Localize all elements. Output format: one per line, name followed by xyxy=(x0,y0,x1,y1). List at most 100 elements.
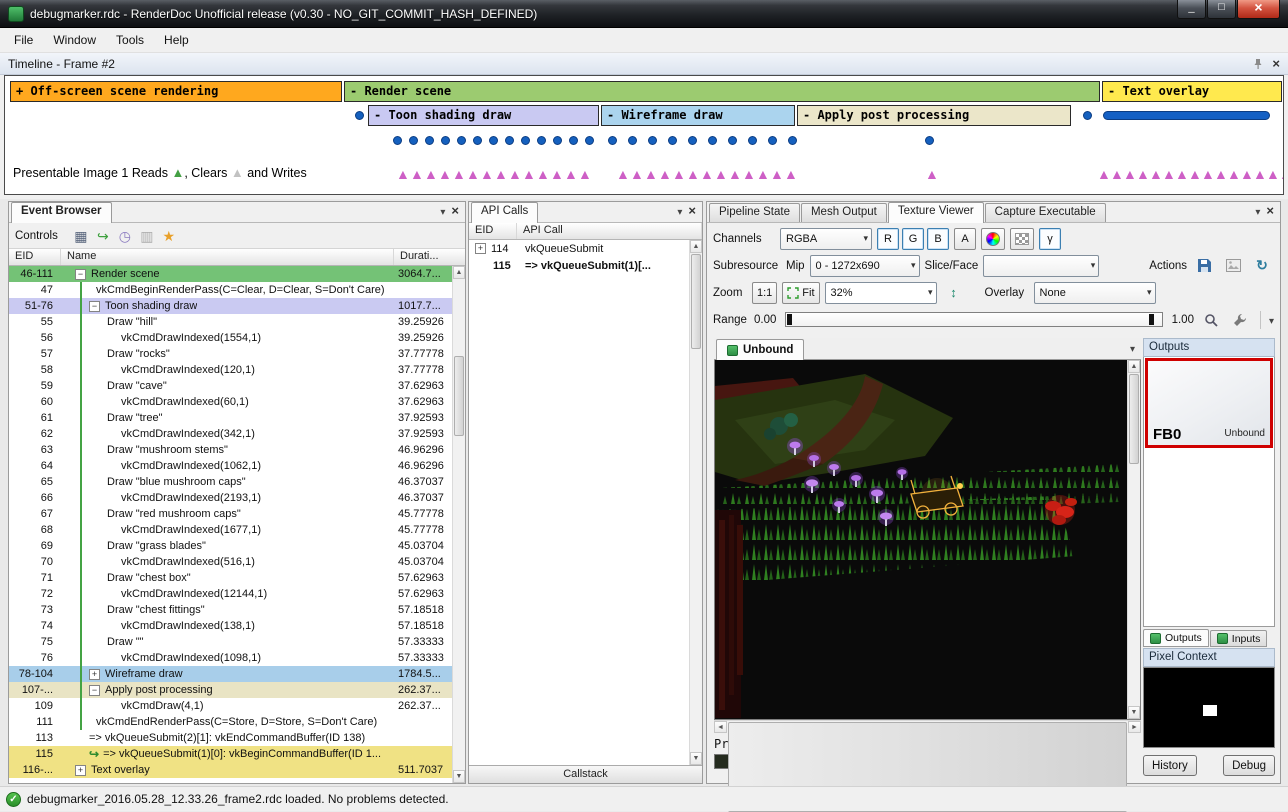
event-row[interactable]: 63Draw "mushroom stems"46.96296 xyxy=(9,442,452,458)
api-call-row[interactable]: 115=> vkQueueSubmit(1)[... xyxy=(469,257,689,274)
usage-write-triangle-icon[interactable]: ▲ xyxy=(1188,163,1202,185)
panel-menu-icon[interactable] xyxy=(440,204,445,218)
usage-write-triangle-icon[interactable]: ▲ xyxy=(630,163,644,185)
history-button[interactable]: History xyxy=(1143,755,1197,776)
bookmark-icon[interactable]: ★ xyxy=(158,226,180,246)
timeline-marker-bar[interactable]: + Off-screen scene rendering xyxy=(10,81,342,102)
blue-channel-button[interactable]: B xyxy=(927,228,949,250)
draw-dot[interactable] xyxy=(425,136,434,145)
usage-write-triangle-icon[interactable]: ▲ xyxy=(784,163,798,185)
usage-write-triangle-icon[interactable]: ▲ xyxy=(466,163,480,185)
minimize-button[interactable] xyxy=(1177,0,1206,19)
usage-write-triangle-icon[interactable]: ▲ xyxy=(1162,163,1176,185)
usage-write-triangle-icon[interactable]: ▲ xyxy=(1227,163,1241,185)
stats-icon[interactable]: ▥ xyxy=(136,226,158,246)
event-row[interactable]: 64vkCmdDrawIndexed(1062,1)46.96296 xyxy=(9,458,452,474)
mip-select[interactable]: 0 - 1272x690 xyxy=(810,255,920,277)
draw-dot[interactable] xyxy=(393,136,402,145)
time-durations-icon[interactable]: ◷ xyxy=(114,226,136,246)
draw-dot[interactable] xyxy=(748,136,757,145)
usage-write-triangle-icon[interactable]: ▲ xyxy=(410,163,424,185)
column-eid[interactable]: EID xyxy=(9,249,61,265)
usage-write-triangle-icon[interactable]: ▲ xyxy=(1175,163,1189,185)
draw-dot[interactable] xyxy=(648,136,657,145)
draw-dot[interactable] xyxy=(473,136,482,145)
draw-dot[interactable] xyxy=(925,136,934,145)
texture-vertical-scrollbar[interactable] xyxy=(1127,360,1140,719)
pixel-context-view[interactable] xyxy=(1143,667,1275,748)
scroll-right-icon[interactable] xyxy=(1128,721,1141,733)
scroll-down-icon[interactable] xyxy=(453,770,465,783)
zoom-1to1-button[interactable]: 1:1 xyxy=(752,282,777,304)
column-name[interactable]: Name xyxy=(61,249,394,265)
panel-close-icon[interactable] xyxy=(1266,203,1274,218)
usage-write-triangle-icon[interactable]: ▲ xyxy=(1097,163,1111,185)
usage-write-triangle-icon[interactable]: ▲ xyxy=(1214,163,1228,185)
zoom-select[interactable]: 32% xyxy=(825,282,937,304)
texture-view[interactable] xyxy=(714,360,1141,720)
event-row[interactable]: 66vkCmdDrawIndexed(2193,1)46.37037 xyxy=(9,490,452,506)
open-texture-list-button[interactable] xyxy=(1221,255,1245,277)
usage-write-triangle-icon[interactable]: ▲ xyxy=(616,163,630,185)
timeline-content[interactable]: + Off-screen scene rendering- Render sce… xyxy=(4,75,1284,195)
range-slider[interactable] xyxy=(785,312,1162,327)
usage-write-triangle-icon[interactable]: ▲ xyxy=(508,163,522,185)
close-button[interactable] xyxy=(1237,0,1280,19)
column-api-call[interactable]: API Call xyxy=(517,223,702,239)
texture-list-dropdown-icon[interactable] xyxy=(1130,341,1141,359)
usage-write-triangle-icon[interactable]: ▲ xyxy=(1201,163,1215,185)
red-channel-button[interactable]: R xyxy=(877,228,899,250)
panel-close-icon[interactable] xyxy=(451,203,459,218)
event-row[interactable]: 58vkCmdDrawIndexed(120,1)37.77778 xyxy=(9,362,452,378)
usage-write-triangle-icon[interactable]: ▲ xyxy=(742,163,756,185)
event-row[interactable]: 61Draw "tree"37.92593 xyxy=(9,410,452,426)
draw-span-bar[interactable] xyxy=(1103,111,1270,120)
tab-capture-executable[interactable]: Capture Executable xyxy=(985,203,1106,222)
checkerboard-background-button[interactable] xyxy=(1010,228,1034,250)
usage-write-triangle-icon[interactable]: ▲ xyxy=(672,163,686,185)
pin-icon[interactable] xyxy=(1252,58,1264,70)
usage-write-triangle-icon[interactable]: ▲ xyxy=(1149,163,1163,185)
collapse-icon[interactable]: − xyxy=(89,685,100,696)
timeline-marker-bar[interactable]: - Toon shading draw xyxy=(368,105,599,126)
overlay-select[interactable]: None xyxy=(1034,282,1156,304)
callstack-section[interactable]: Callstack xyxy=(469,765,702,783)
usage-write-triangle-icon[interactable]: ▲ xyxy=(728,163,742,185)
event-row[interactable]: 115↪=> vkQueueSubmit(1)[0]: vkBeginComma… xyxy=(9,746,452,762)
zoom-fit-button[interactable]: Fit xyxy=(782,282,819,304)
green-channel-button[interactable]: G xyxy=(902,228,924,250)
panel-menu-icon[interactable] xyxy=(677,204,682,218)
usage-write-triangle-icon[interactable]: ▲ xyxy=(396,163,410,185)
usage-write-triangle-icon[interactable]: ▲ xyxy=(550,163,564,185)
event-row[interactable]: 73Draw "chest fittings"57.18518 xyxy=(9,602,452,618)
draw-dot[interactable] xyxy=(628,136,637,145)
scrollbar-thumb[interactable] xyxy=(691,254,701,349)
draw-dot[interactable] xyxy=(505,136,514,145)
usage-write-triangle-icon[interactable]: ▲ xyxy=(1240,163,1254,185)
draw-dot[interactable] xyxy=(768,136,777,145)
range-settings-button[interactable] xyxy=(1228,309,1252,331)
alpha-channel-button[interactable]: A xyxy=(954,228,976,250)
draw-dot[interactable] xyxy=(521,136,530,145)
event-row[interactable]: 55Draw "hill"39.25926 xyxy=(9,314,452,330)
usage-write-triangle-icon[interactable]: ▲ xyxy=(438,163,452,185)
event-row[interactable]: 70vkCmdDrawIndexed(516,1)45.03704 xyxy=(9,554,452,570)
menu-item-window[interactable]: Window xyxy=(43,28,106,52)
draw-dot[interactable] xyxy=(728,136,737,145)
draw-dot[interactable] xyxy=(668,136,677,145)
draw-dot[interactable] xyxy=(688,136,697,145)
event-row[interactable]: 60vkCmdDrawIndexed(60,1)37.62963 xyxy=(9,394,452,410)
usage-write-triangle-icon[interactable]: ▲ xyxy=(494,163,508,185)
maximize-button[interactable] xyxy=(1207,0,1236,19)
usage-write-triangle-icon[interactable]: ▲ xyxy=(686,163,700,185)
event-row[interactable]: 51-76−Toon shading draw1017.7... xyxy=(9,298,452,314)
draw-dot[interactable] xyxy=(355,111,364,120)
event-row[interactable]: 113=> vkQueueSubmit(2)[1]: vkEndCommandB… xyxy=(9,730,452,746)
column-duration[interactable]: Durati... xyxy=(394,249,465,265)
tab-outputs[interactable]: Outputs xyxy=(1143,629,1209,647)
event-row[interactable]: 67Draw "red mushroom caps"45.77778 xyxy=(9,506,452,522)
custom-shader-button[interactable] xyxy=(981,228,1005,250)
usage-write-triangle-icon[interactable]: ▲ xyxy=(1136,163,1150,185)
event-row[interactable]: 57Draw "rocks"37.77778 xyxy=(9,346,452,362)
draw-dot[interactable] xyxy=(457,136,466,145)
